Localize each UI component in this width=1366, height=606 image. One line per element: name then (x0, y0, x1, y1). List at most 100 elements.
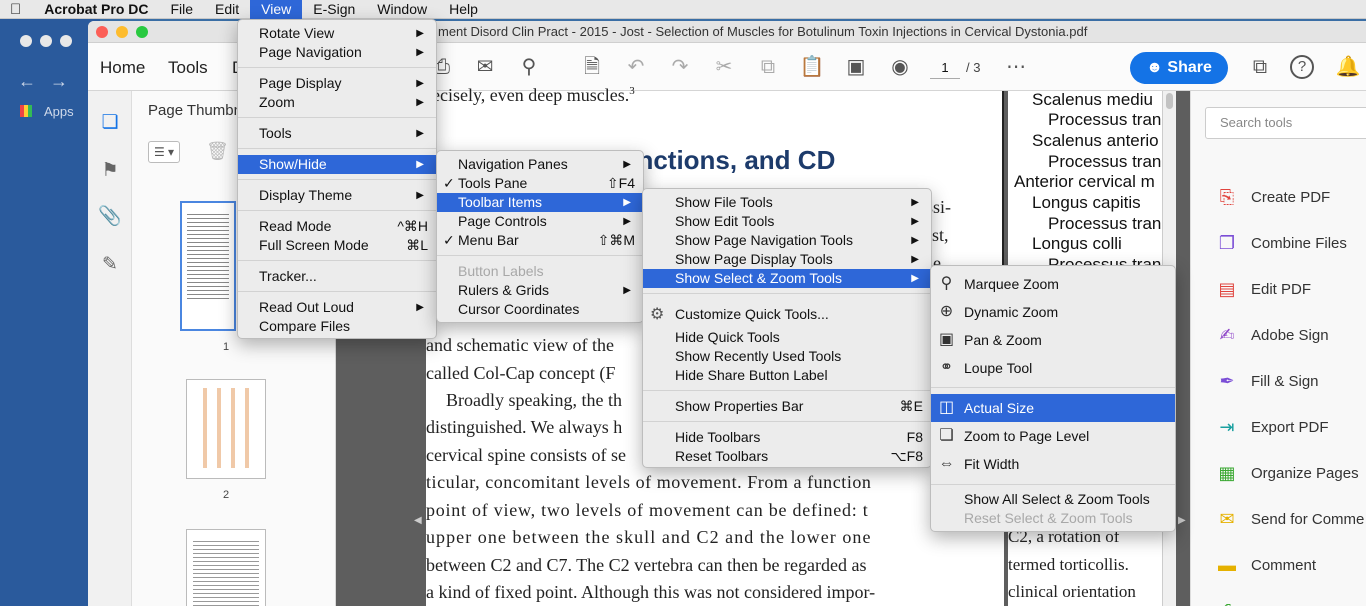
menu-item-dynamic-zoom[interactable]: ⊕ Dynamic Zoom (931, 298, 1175, 326)
menu-item-display-theme[interactable]: Display Theme ▶ (238, 186, 436, 205)
menu-item-compare-files[interactable]: Compare Files (238, 317, 436, 336)
tool-item-label: Scan & OCR (1251, 603, 1337, 606)
tool-item[interactable]: ❐ Combine Files (1215, 229, 1347, 257)
binoculars-icon[interactable]: ◉ (886, 53, 914, 81)
apple-icon[interactable]:  (0, 0, 33, 19)
thumbnail-page-3[interactable] (186, 529, 266, 606)
tool-item[interactable]: ✒ Fill & Sign (1215, 367, 1318, 395)
menu-item-cursor-coordinates[interactable]: Cursor Coordinates (437, 300, 643, 319)
menu-item-loupe-tool[interactable]: ⚭ Loupe Tool (931, 354, 1175, 382)
menu-item-page-controls[interactable]: Page Controls ▶ (437, 212, 643, 231)
menu-item-rulers-grids[interactable]: Rulers & Grids ▶ (437, 281, 643, 300)
tab-tools[interactable]: Tools (168, 58, 208, 78)
menu-item-hide-share-label[interactable]: Hide Share Button Label (643, 366, 931, 385)
zoom-window-icon[interactable] (136, 26, 148, 38)
share-button[interactable]: ☻ Share (1130, 52, 1228, 84)
snapshot-icon[interactable]: ▣ (842, 53, 870, 81)
menu-view[interactable]: View (250, 0, 303, 19)
menu-item-show-properties-bar[interactable]: Show Properties Bar ⌘E (643, 397, 931, 416)
menu-edit[interactable]: Edit (204, 0, 250, 19)
minimize-window-icon[interactable] (116, 26, 128, 38)
menu-esign[interactable]: E-Sign (302, 0, 366, 19)
menu-item-show-all-select-zoom[interactable]: Show All Select & Zoom Tools (931, 490, 1175, 509)
menu-item-marquee-zoom[interactable]: ⚲ Marquee Zoom (931, 270, 1175, 298)
page-number-input[interactable]: 1 (930, 57, 960, 79)
bookmarks-icon[interactable]: ⚑ (98, 159, 122, 183)
menu-item-zoom-to-page-level[interactable]: ❏ Zoom to Page Level (931, 422, 1175, 450)
share-label: Share (1167, 59, 1212, 76)
notifications-bell-icon[interactable]: 🔔 (1334, 53, 1362, 81)
menu-item-show-file-tools[interactable]: Show File Tools ▶ (643, 193, 931, 212)
menu-item-customize-quick-tools[interactable]: ⚙ Customize Quick Tools... (643, 305, 931, 324)
menu-item-tracker[interactable]: Tracker... (238, 267, 436, 286)
help-icon[interactable]: ? (1290, 55, 1314, 79)
thumbnail-page-1[interactable] (180, 201, 236, 331)
menu-item-menu-bar[interactable]: ✓ Menu Bar ⇧⌘M (437, 231, 643, 250)
tool-item[interactable]: ▦ Organize Pages (1215, 459, 1358, 487)
search-zoom-icon[interactable]: ⚲ (515, 53, 543, 81)
collapse-right-pane-icon[interactable]: ▶ (1178, 515, 1186, 526)
tool-item[interactable]: ▤ Edit PDF (1215, 275, 1311, 303)
menu-item-show-page-nav-tools[interactable]: Show Page Navigation Tools ▶ (643, 231, 931, 250)
menu-window[interactable]: Window (366, 0, 438, 19)
signatures-icon[interactable]: ✎ (98, 253, 122, 277)
menu-item-page-display[interactable]: Page Display ▶ (238, 74, 436, 93)
collapse-left-pane-icon[interactable]: ◀ (414, 515, 422, 526)
tool-item[interactable]: ⎙ Scan & OCR (1215, 597, 1337, 606)
certify-icon[interactable]: 🗎 (578, 53, 606, 81)
menu-file[interactable]: File (159, 0, 204, 19)
menu-item-page-navigation[interactable]: Page Navigation ▶ (238, 43, 436, 62)
menu-item-show-page-display-tools[interactable]: Show Page Display Tools ▶ (643, 250, 931, 269)
undo-icon[interactable]: ↶ (622, 53, 650, 81)
menu-item-full-screen[interactable]: Full Screen Mode ⌘L (238, 236, 436, 255)
email-icon[interactable]: ✉ (471, 53, 499, 81)
menu-item-show-hide[interactable]: Show/Hide ▶ (238, 155, 436, 174)
menu-item-read-out-loud[interactable]: Read Out Loud ▶ (238, 298, 436, 317)
menu-item-tools-pane[interactable]: ✓ Tools Pane ⇧F4 (437, 174, 643, 193)
redo-icon[interactable]: ↷ (666, 53, 694, 81)
close-window-icon[interactable] (96, 26, 108, 38)
checkmark-icon: ✓ (443, 232, 455, 248)
thumbnail-options-icon[interactable]: ☰ ▾ (148, 141, 180, 163)
menu-item-reset-toolbars[interactable]: Reset Toolbars ⌥F8 (643, 447, 931, 466)
browser-back-icon[interactable]: ← (18, 71, 36, 92)
menu-item-label: Show Edit Tools (675, 213, 775, 229)
tab-home[interactable]: Home (100, 58, 145, 78)
apps-label[interactable]: Apps (44, 104, 74, 119)
menu-item-actual-size[interactable]: ◫ Actual Size (931, 394, 1175, 422)
menu-item-read-mode[interactable]: Read Mode ^⌘H (238, 217, 436, 236)
submenu-arrow-icon: ▶ (911, 216, 919, 227)
browser-forward-icon[interactable]: → (50, 71, 68, 92)
menu-help[interactable]: Help (438, 0, 489, 19)
cut-icon[interactable]: ✂ (710, 53, 738, 81)
menu-app-name[interactable]: Acrobat Pro DC (33, 0, 159, 19)
attachments-icon[interactable]: 📎 (98, 205, 122, 229)
delete-page-icon[interactable]: 🗑 (206, 141, 229, 162)
menu-item-show-select-zoom-tools[interactable]: Show Select & Zoom Tools ▶ (643, 269, 931, 288)
share-screen-icon[interactable]: ⧉ (1246, 53, 1274, 81)
tool-item[interactable]: ✍ Adobe Sign (1215, 321, 1328, 349)
copy-icon[interactable]: ⧉ (754, 53, 782, 81)
menu-item-zoom[interactable]: Zoom ▶ (238, 93, 436, 112)
menu-item-fit-width[interactable]: ⇔ Fit Width (931, 450, 1175, 478)
search-tools-input[interactable]: Search tools (1205, 107, 1366, 139)
page-thumbnails-icon[interactable]: ❏ (98, 111, 122, 135)
menu-item-hide-quick-tools[interactable]: Hide Quick Tools (643, 328, 931, 347)
menu-item-tools[interactable]: Tools ▶ (238, 124, 436, 143)
menu-item-rotate-view[interactable]: Rotate View ▶ (238, 24, 436, 43)
tool-item[interactable]: ▬ Comment (1215, 551, 1316, 579)
paste-icon[interactable]: 📋 (798, 53, 826, 81)
thumbnail-page-2[interactable] (186, 379, 266, 479)
tool-item[interactable]: ✉ Send for Comme (1215, 505, 1364, 533)
menu-item-pan-zoom[interactable]: ▣ Pan & Zoom (931, 326, 1175, 354)
menu-item-navigation-panes[interactable]: Navigation Panes ▶ (437, 155, 643, 174)
tool-item[interactable]: ⇥ Export PDF (1215, 413, 1328, 441)
menu-item-show-recent-tools[interactable]: Show Recently Used Tools (643, 347, 931, 366)
more-options-icon[interactable]: ⋯ (1002, 53, 1030, 81)
scrollbar-thumb[interactable] (1166, 93, 1173, 109)
submenu-arrow-icon: ▶ (911, 235, 919, 246)
menu-item-show-edit-tools[interactable]: Show Edit Tools ▶ (643, 212, 931, 231)
menu-item-toolbar-items[interactable]: Toolbar Items ▶ (437, 193, 643, 212)
tool-item[interactable]: ⎘ Create PDF (1215, 183, 1330, 211)
menu-item-hide-toolbars[interactable]: Hide Toolbars F8 (643, 428, 931, 447)
